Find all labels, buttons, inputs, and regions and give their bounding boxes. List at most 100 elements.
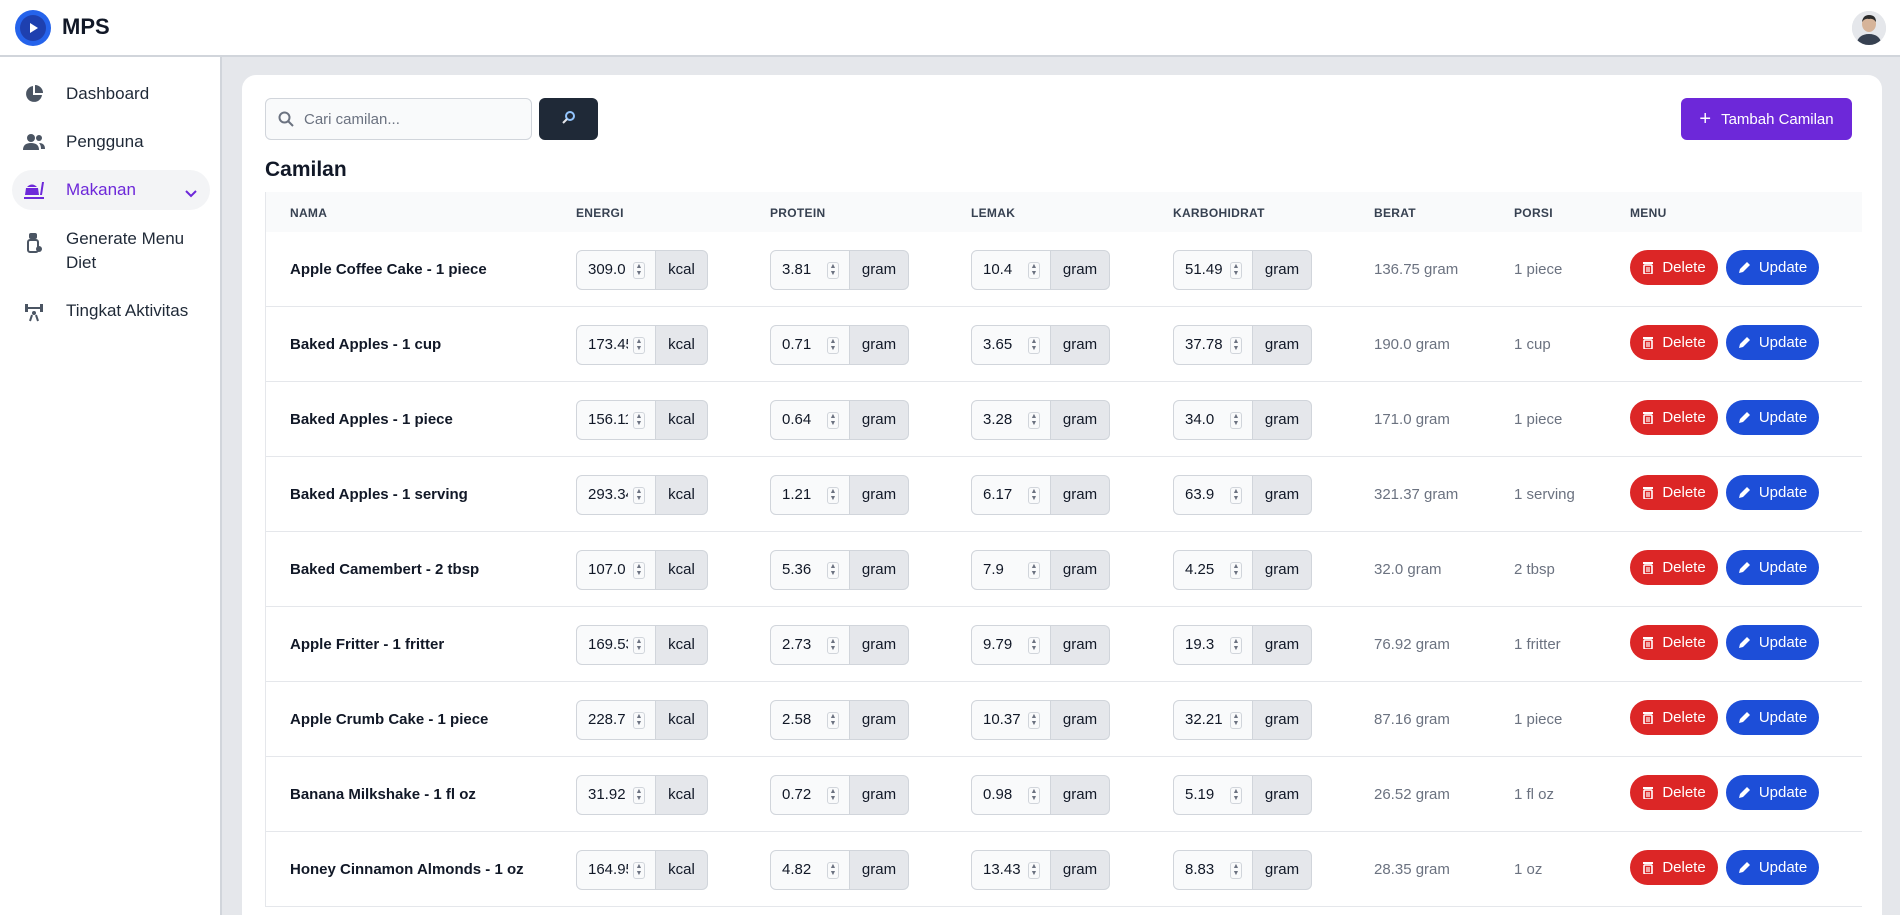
carb-input[interactable]: 19.3 ▲ ▼ (1173, 624, 1253, 665)
user-avatar[interactable] (1852, 11, 1886, 45)
stepper-icon[interactable]: ▲ ▼ (1028, 486, 1040, 504)
fat-input[interactable]: 9.79 ▲ ▼ (971, 624, 1051, 665)
delete-button[interactable]: Delete (1630, 850, 1718, 885)
brand-logo-icon[interactable] (15, 10, 51, 46)
stepper-icon[interactable]: ▲ ▼ (1028, 786, 1040, 804)
search-button[interactable] (539, 98, 598, 140)
fat-input[interactable]: 0.98 ▲ ▼ (971, 774, 1051, 815)
energy-input[interactable]: 107.0 ▲ ▼ (576, 549, 656, 590)
protein-input[interactable]: 4.82 ▲ ▼ (770, 849, 850, 890)
stepper-icon[interactable]: ▲ ▼ (827, 486, 839, 504)
carb-input[interactable]: 37.78 ▲ ▼ (1173, 324, 1253, 365)
sidebar-item-dashboard[interactable]: Dashboard (12, 77, 210, 111)
fat-input[interactable]: 3.65 ▲ ▼ (971, 324, 1051, 365)
delete-button[interactable]: Delete (1630, 625, 1718, 660)
stepper-icon[interactable]: ▲ ▼ (827, 711, 839, 729)
stepper-icon[interactable]: ▲ ▼ (633, 786, 645, 804)
stepper-icon[interactable]: ▲ ▼ (1230, 711, 1242, 729)
stepper-icon[interactable]: ▲ ▼ (1230, 786, 1242, 804)
protein-input[interactable]: 2.58 ▲ ▼ (770, 699, 850, 740)
energy-input[interactable]: 293.34 ▲▼ (576, 474, 656, 515)
carb-input[interactable]: 8.83 ▲ ▼ (1173, 849, 1253, 890)
stepper-icon[interactable]: ▲ ▼ (827, 861, 839, 879)
update-button[interactable]: Update (1726, 850, 1819, 885)
protein-input[interactable]: 0.64 ▲ ▼ (770, 399, 850, 440)
search-field[interactable] (265, 98, 532, 140)
add-snack-button[interactable]: + Tambah Camilan (1681, 98, 1852, 140)
chevron-down-icon[interactable] (184, 184, 198, 204)
update-button[interactable]: Update (1726, 775, 1819, 810)
carb-input[interactable]: 32.21 ▲ ▼ (1173, 699, 1253, 740)
stepper-icon[interactable]: ▲ ▼ (827, 636, 839, 654)
carb-input[interactable]: 34.0 ▲ ▼ (1173, 399, 1253, 440)
delete-button[interactable]: Delete (1630, 550, 1718, 585)
update-button[interactable]: Update (1726, 250, 1819, 285)
stepper-icon[interactable]: ▲ ▼ (1028, 261, 1040, 279)
sidebar-item-pengguna[interactable]: Pengguna (12, 125, 210, 159)
stepper-icon[interactable]: ▲ ▼ (1230, 336, 1242, 354)
delete-button[interactable]: Delete (1630, 400, 1718, 435)
stepper-icon[interactable]: ▲ ▼ (633, 561, 645, 579)
protein-input[interactable]: 1.21 ▲ ▼ (770, 474, 850, 515)
fat-input[interactable]: 10.37 ▲ ▼ (971, 699, 1051, 740)
stepper-icon[interactable]: ▲ ▼ (1230, 486, 1242, 504)
energy-input[interactable]: 169.53 ▲▼ (576, 624, 656, 665)
fat-input[interactable]: 6.17 ▲ ▼ (971, 474, 1051, 515)
stepper-icon[interactable]: ▲ ▼ (1230, 561, 1242, 579)
search-input[interactable] (304, 110, 504, 128)
app-title[interactable]: MPS (62, 14, 110, 40)
stepper-icon[interactable]: ▲ ▼ (827, 261, 839, 279)
energy-input[interactable]: 309.0 ▲ ▼ (576, 249, 656, 290)
energy-input[interactable]: 31.92 ▲ ▼ (576, 774, 656, 815)
fat-input[interactable]: 13.43 ▲ ▼ (971, 849, 1051, 890)
update-button[interactable]: Update (1726, 550, 1819, 585)
stepper-icon[interactable]: ▲ ▼ (1028, 336, 1040, 354)
stepper-icon[interactable]: ▲ ▼ (1230, 636, 1242, 654)
update-button[interactable]: Update (1726, 325, 1819, 360)
carb-input[interactable]: 51.49 ▲ ▼ (1173, 249, 1253, 290)
stepper-icon[interactable]: ▲ ▼ (1230, 861, 1242, 879)
stepper-icon[interactable]: ▲ ▼ (827, 336, 839, 354)
protein-input[interactable]: 0.71 ▲ ▼ (770, 324, 850, 365)
protein-input[interactable]: 2.73 ▲ ▼ (770, 624, 850, 665)
delete-button[interactable]: Delete (1630, 700, 1718, 735)
delete-button[interactable]: Delete (1630, 475, 1718, 510)
stepper-icon[interactable]: ▲ ▼ (1028, 711, 1040, 729)
update-button[interactable]: Update (1726, 475, 1819, 510)
energy-input[interactable]: 173.45 ▲▼ (576, 324, 656, 365)
sidebar-item-generate-menu-diet[interactable]: Generate Menu Diet (12, 227, 210, 275)
update-button[interactable]: Update (1726, 400, 1819, 435)
stepper-icon[interactable]: ▲ ▼ (633, 261, 645, 279)
protein-input[interactable]: 0.72 ▲ ▼ (770, 774, 850, 815)
fat-input[interactable]: 3.28 ▲ ▼ (971, 399, 1051, 440)
stepper-icon[interactable]: ▲ ▼ (633, 411, 645, 429)
protein-input[interactable]: 5.36 ▲ ▼ (770, 549, 850, 590)
stepper-icon[interactable]: ▲ ▼ (1028, 561, 1040, 579)
energy-input[interactable]: 164.95 ▲▼ (576, 849, 656, 890)
stepper-icon[interactable]: ▲ ▼ (633, 711, 645, 729)
stepper-icon[interactable]: ▲ ▼ (1028, 411, 1040, 429)
stepper-icon[interactable]: ▲ ▼ (1230, 411, 1242, 429)
stepper-icon[interactable]: ▲ ▼ (827, 786, 839, 804)
stepper-icon[interactable]: ▲ ▼ (1028, 636, 1040, 654)
sidebar-item-tingkat-aktivitas[interactable]: Tingkat Aktivitas (12, 294, 210, 328)
protein-input[interactable]: 3.81 ▲ ▼ (770, 249, 850, 290)
fat-input[interactable]: 7.9 ▲ ▼ (971, 549, 1051, 590)
carb-input[interactable]: 63.9 ▲ ▼ (1173, 474, 1253, 515)
delete-button[interactable]: Delete (1630, 250, 1718, 285)
carb-input[interactable]: 4.25 ▲ ▼ (1173, 549, 1253, 590)
stepper-icon[interactable]: ▲ ▼ (633, 861, 645, 879)
update-button[interactable]: Update (1726, 625, 1819, 660)
stepper-icon[interactable]: ▲ ▼ (633, 336, 645, 354)
stepper-icon[interactable]: ▲ ▼ (827, 411, 839, 429)
stepper-icon[interactable]: ▲ ▼ (1230, 261, 1242, 279)
stepper-icon[interactable]: ▲ ▼ (633, 636, 645, 654)
stepper-icon[interactable]: ▲ ▼ (633, 486, 645, 504)
energy-input[interactable]: 228.7 ▲ ▼ (576, 699, 656, 740)
stepper-icon[interactable]: ▲ ▼ (827, 561, 839, 579)
update-button[interactable]: Update (1726, 700, 1819, 735)
delete-button[interactable]: Delete (1630, 325, 1718, 360)
fat-input[interactable]: 10.4 ▲ ▼ (971, 249, 1051, 290)
stepper-icon[interactable]: ▲ ▼ (1028, 861, 1040, 879)
carb-input[interactable]: 5.19 ▲ ▼ (1173, 774, 1253, 815)
